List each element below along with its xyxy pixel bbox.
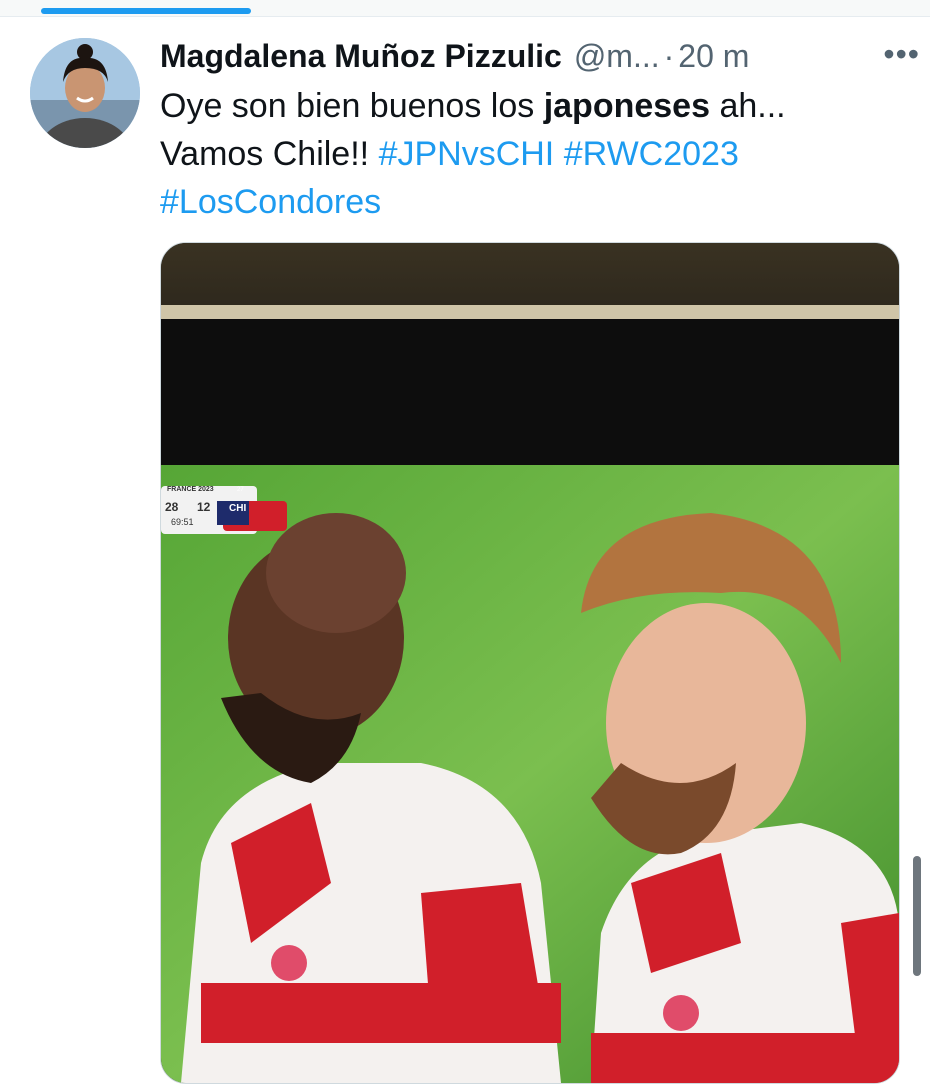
tweet-text-part: Vamos Chile!! xyxy=(160,135,379,173)
separator-dot: · xyxy=(663,37,675,74)
scoreboard-score-right: 12 xyxy=(197,500,211,514)
tweet-media-photo[interactable]: FRANCE 2023 28 12 CHI 27 69:51 xyxy=(160,242,900,1084)
scoreboard-team: CHI xyxy=(229,503,247,514)
tweet-text-part: ah... xyxy=(710,87,786,125)
photo-rugby-players xyxy=(161,243,899,1083)
avatar-image xyxy=(30,38,140,148)
scoreboard-header: FRANCE 2023 xyxy=(167,486,214,493)
scoreboard-score-left: 28 xyxy=(165,500,179,514)
avatar[interactable] xyxy=(30,38,140,148)
more-horizontal-icon[interactable]: ••• xyxy=(883,36,920,73)
tweet-text: Oye son bien buenos los japoneses ah... … xyxy=(160,82,900,226)
tweet-text-line-3: #LosCondores xyxy=(160,178,900,226)
loading-progress-bar xyxy=(41,8,251,14)
author-name[interactable]: Magdalena Muñoz Pizzulic xyxy=(160,38,562,75)
scoreboard-badge: 27 xyxy=(237,487,244,493)
scrollbar[interactable] xyxy=(913,856,921,976)
tweet-timestamp[interactable]: 20 m xyxy=(678,38,749,75)
tweet-text-line-1: Oye son bien buenos los japoneses ah... xyxy=(160,82,900,130)
tweet-header: Magdalena Muñoz Pizzulic @m... · 20 m ••… xyxy=(160,34,920,78)
tweet-text-line-2: Vamos Chile!! #JPNvsCHI #RWC2023 xyxy=(160,130,900,178)
hashtag-link[interactable]: #JPNvsCHI xyxy=(379,135,555,173)
scoreboard-clock: 69:51 xyxy=(171,517,194,527)
tweet-text-part: Oye son bien buenos los xyxy=(160,87,544,125)
tweet-text-bold: japoneses xyxy=(543,87,711,125)
top-bar xyxy=(0,0,930,17)
hashtag-link[interactable]: #RWC2023 xyxy=(564,135,739,173)
hashtag-link[interactable]: #LosCondores xyxy=(160,183,381,221)
author-handle[interactable]: @m... xyxy=(574,38,660,75)
